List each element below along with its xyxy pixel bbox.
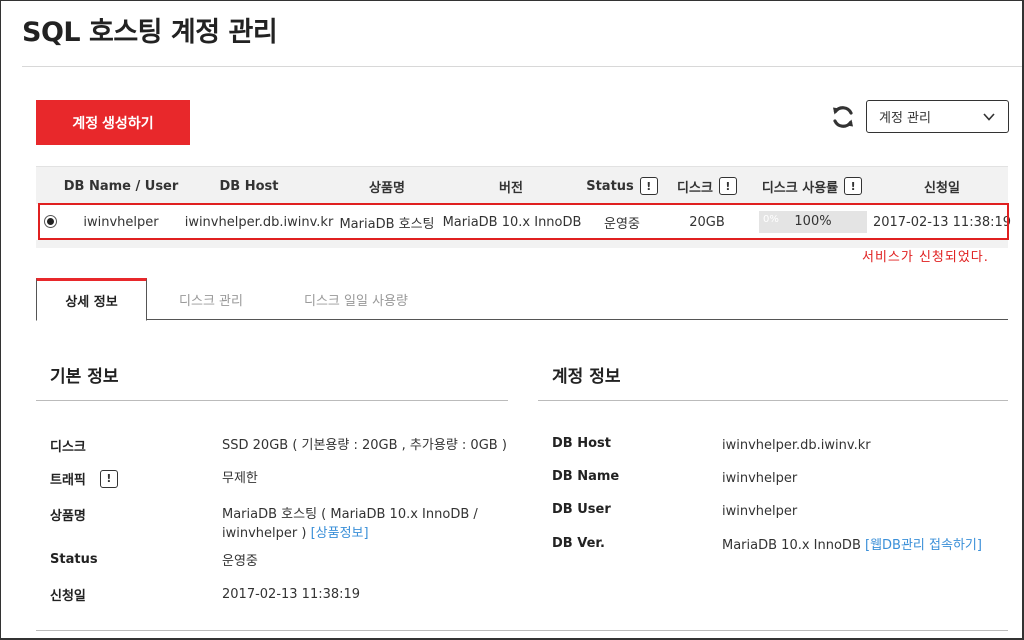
bottom-divider: [36, 630, 1008, 631]
account-info-title: 계정 정보: [552, 367, 621, 387]
col-disk-usage-label: 디스크 사용률: [761, 180, 839, 196]
account-host-value: iwinvhelper.db.iwinv.kr: [722, 438, 871, 453]
basic-status-value: 운영중: [222, 554, 258, 569]
tab-disk-daily-usage[interactable]: 디스크 일일 사용량: [286, 278, 426, 320]
col-disk-usage: 디스크 사용률 !: [756, 167, 868, 205]
basic-product-value-line2: iwinvhelper ) [상품정보]: [222, 524, 478, 543]
page-title: SQL 호스팅 계정 관리: [22, 17, 278, 48]
basic-info-title: 기본 정보: [50, 367, 119, 387]
basic-traffic-row-label: 트래픽 !: [50, 469, 118, 488]
basic-product-value-line2-text: iwinvhelper ): [222, 526, 307, 541]
row-highlight-outline: [38, 203, 1009, 240]
account-user-value: iwinvhelper: [722, 504, 798, 519]
basic-product-label: 상품명: [50, 509, 86, 524]
disk-usage-info-icon[interactable]: !: [844, 177, 863, 195]
basic-product-value-line1: MariaDB 호스팅 ( MariaDB 10.x InnoDB /: [222, 507, 478, 522]
col-version: 버전: [499, 180, 523, 196]
col-product: 상품명: [369, 180, 405, 196]
basic-applied-value: 2017-02-13 11:38:19: [222, 587, 361, 602]
basic-product-value: MariaDB 호스팅 ( MariaDB 10.x InnoDB / iwin…: [222, 505, 478, 543]
col-db-name-user: DB Name / User: [63, 178, 179, 194]
disk-info-icon[interactable]: !: [718, 177, 737, 195]
col-disk-label: 디스크: [677, 180, 713, 196]
chevron-down-icon: [983, 113, 995, 121]
basic-disk-label: 디스크: [50, 440, 86, 455]
col-db-host: DB Host: [219, 178, 279, 194]
col-applied: 신청일: [924, 180, 960, 196]
detail-tabs: 상세 정보 디스크 관리 디스크 일일 사용량: [36, 278, 1008, 321]
account-ver-value: MariaDB 10.x InnoDB [웹DB관리 접속하기]: [722, 536, 982, 555]
basic-status-label: Status: [50, 552, 98, 567]
tab-detail-info[interactable]: 상세 정보: [36, 278, 147, 321]
col-status: Status !: [584, 167, 660, 205]
service-applied-annotation: 서비스가 신청되었다.: [862, 250, 989, 265]
refresh-icon: [833, 106, 853, 128]
basic-info-divider: [36, 400, 508, 401]
account-user-label: DB User: [552, 502, 611, 517]
refresh-button[interactable]: [826, 100, 860, 134]
web-db-admin-link[interactable]: [웹DB관리 접속하기]: [865, 538, 982, 553]
create-account-button[interactable]: 계정 생성하기: [36, 100, 190, 145]
account-menu-select-value: 계정 관리: [879, 111, 931, 126]
status-info-icon[interactable]: !: [639, 177, 658, 195]
basic-traffic-value: 무제한: [222, 471, 258, 486]
basic-traffic-label: 트래픽: [50, 473, 86, 488]
account-ver-value-text: MariaDB 10.x InnoDB: [722, 538, 861, 553]
account-host-label: DB Host: [552, 436, 611, 451]
account-info-divider: [538, 400, 1008, 401]
account-menu-select[interactable]: 계정 관리: [866, 100, 1009, 133]
account-ver-label: DB Ver.: [552, 536, 605, 551]
product-info-link[interactable]: [상품정보]: [311, 526, 369, 541]
col-status-label: Status: [586, 178, 634, 194]
traffic-info-icon[interactable]: !: [99, 469, 118, 488]
basic-disk-value: SSD 20GB ( 기본용량 : 20GB , 추가용량 : 0GB ): [222, 438, 507, 453]
tab-disk-management[interactable]: 디스크 관리: [156, 278, 266, 320]
account-table-header: DB Name / User DB Host 상품명 버전 Status ! 디…: [36, 166, 1008, 204]
title-divider: [22, 66, 1022, 67]
basic-applied-label: 신청일: [50, 589, 86, 604]
account-name-value: iwinvhelper: [722, 471, 798, 486]
col-disk: 디스크 !: [672, 167, 742, 205]
account-name-label: DB Name: [552, 469, 620, 484]
